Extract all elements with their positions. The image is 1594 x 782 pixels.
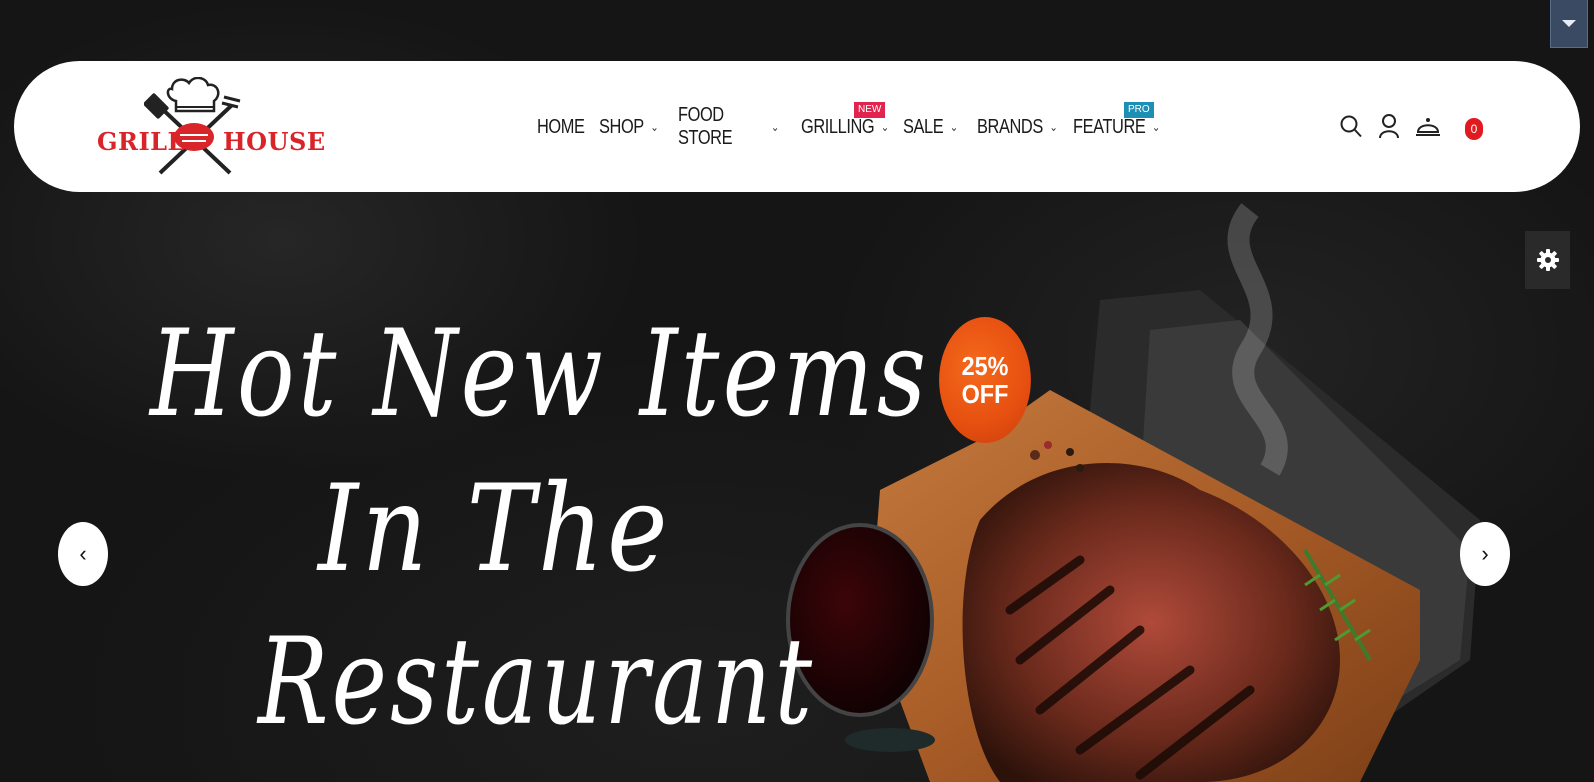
chevron-down-icon: ⌄ [650, 120, 659, 134]
steak-board-image [786, 203, 1480, 782]
nav-label: GRILLING [801, 115, 875, 138]
hero-heading-line-1: Hot New Items [150, 305, 930, 444]
search-icon[interactable] [1339, 113, 1363, 139]
settings-panel-toggle[interactable] [1525, 231, 1570, 289]
slider-next-button[interactable]: › [1460, 522, 1510, 586]
nav-item-food-store[interactable]: FOOD STORE ⌄ [678, 104, 801, 150]
chevron-left-icon: ‹ [79, 541, 87, 566]
nav-label: HOME [537, 115, 585, 138]
nav-item-brands[interactable]: BRANDS ⌄ [977, 116, 1073, 139]
chevron-right-icon: › [1481, 541, 1489, 566]
hero-heading-line-2: In The [318, 460, 671, 599]
header-icons [1339, 113, 1455, 139]
nav-item-shop[interactable]: SHOP ⌄ [599, 116, 678, 139]
logo-word-right: HOUSE [223, 127, 326, 156]
nav-item-grilling[interactable]: NEW GRILLING ⌄ [801, 101, 903, 139]
nav-item-home[interactable]: HOME [537, 116, 599, 139]
nav-label: BRANDS [977, 115, 1043, 138]
nav-item-feature[interactable]: PRO FEATURE ⌄ [1073, 101, 1163, 139]
cart-count-badge: 0 [1465, 118, 1483, 140]
user-icon[interactable] [1377, 113, 1401, 139]
main-nav: HOME SHOP ⌄ FOOD STORE ⌄ NEW GRILLING ⌄ SAL… [537, 101, 1163, 149]
site-header: GRILL HOUSE HOME SHOP ⌄ FOOD STORE ⌄ NEW G… [14, 61, 1580, 192]
caret-down-icon [1562, 20, 1576, 27]
slider-prev-button[interactable]: ‹ [58, 522, 108, 586]
top-dropdown-toggle[interactable] [1550, 0, 1588, 48]
nav-label: SALE [903, 115, 944, 138]
chevron-down-icon: ⌄ [1152, 120, 1160, 134]
chevron-down-icon: ⌄ [771, 120, 779, 134]
logo-word-left: GRILL [97, 127, 185, 156]
nav-label: FOOD STORE [678, 104, 733, 149]
discount-value: 25% [961, 351, 1009, 381]
hero-heading-line-3: Restaurant [258, 613, 816, 752]
nav-item-sale[interactable]: SALE ⌄ [903, 116, 977, 139]
cloche-icon[interactable] [1415, 113, 1441, 139]
chevron-down-icon: ⌄ [1049, 120, 1058, 134]
discount-badge: 25% OFF [939, 317, 1031, 443]
nav-label: SHOP [599, 115, 644, 138]
nav-label: FEATURE [1073, 115, 1146, 138]
discount-word: OFF [961, 379, 1009, 409]
gear-icon [1536, 249, 1559, 271]
chevron-down-icon: ⌄ [949, 120, 958, 134]
chevron-down-icon: ⌄ [880, 120, 889, 134]
grill-house-logo[interactable]: GRILL HOUSE [96, 77, 325, 177]
